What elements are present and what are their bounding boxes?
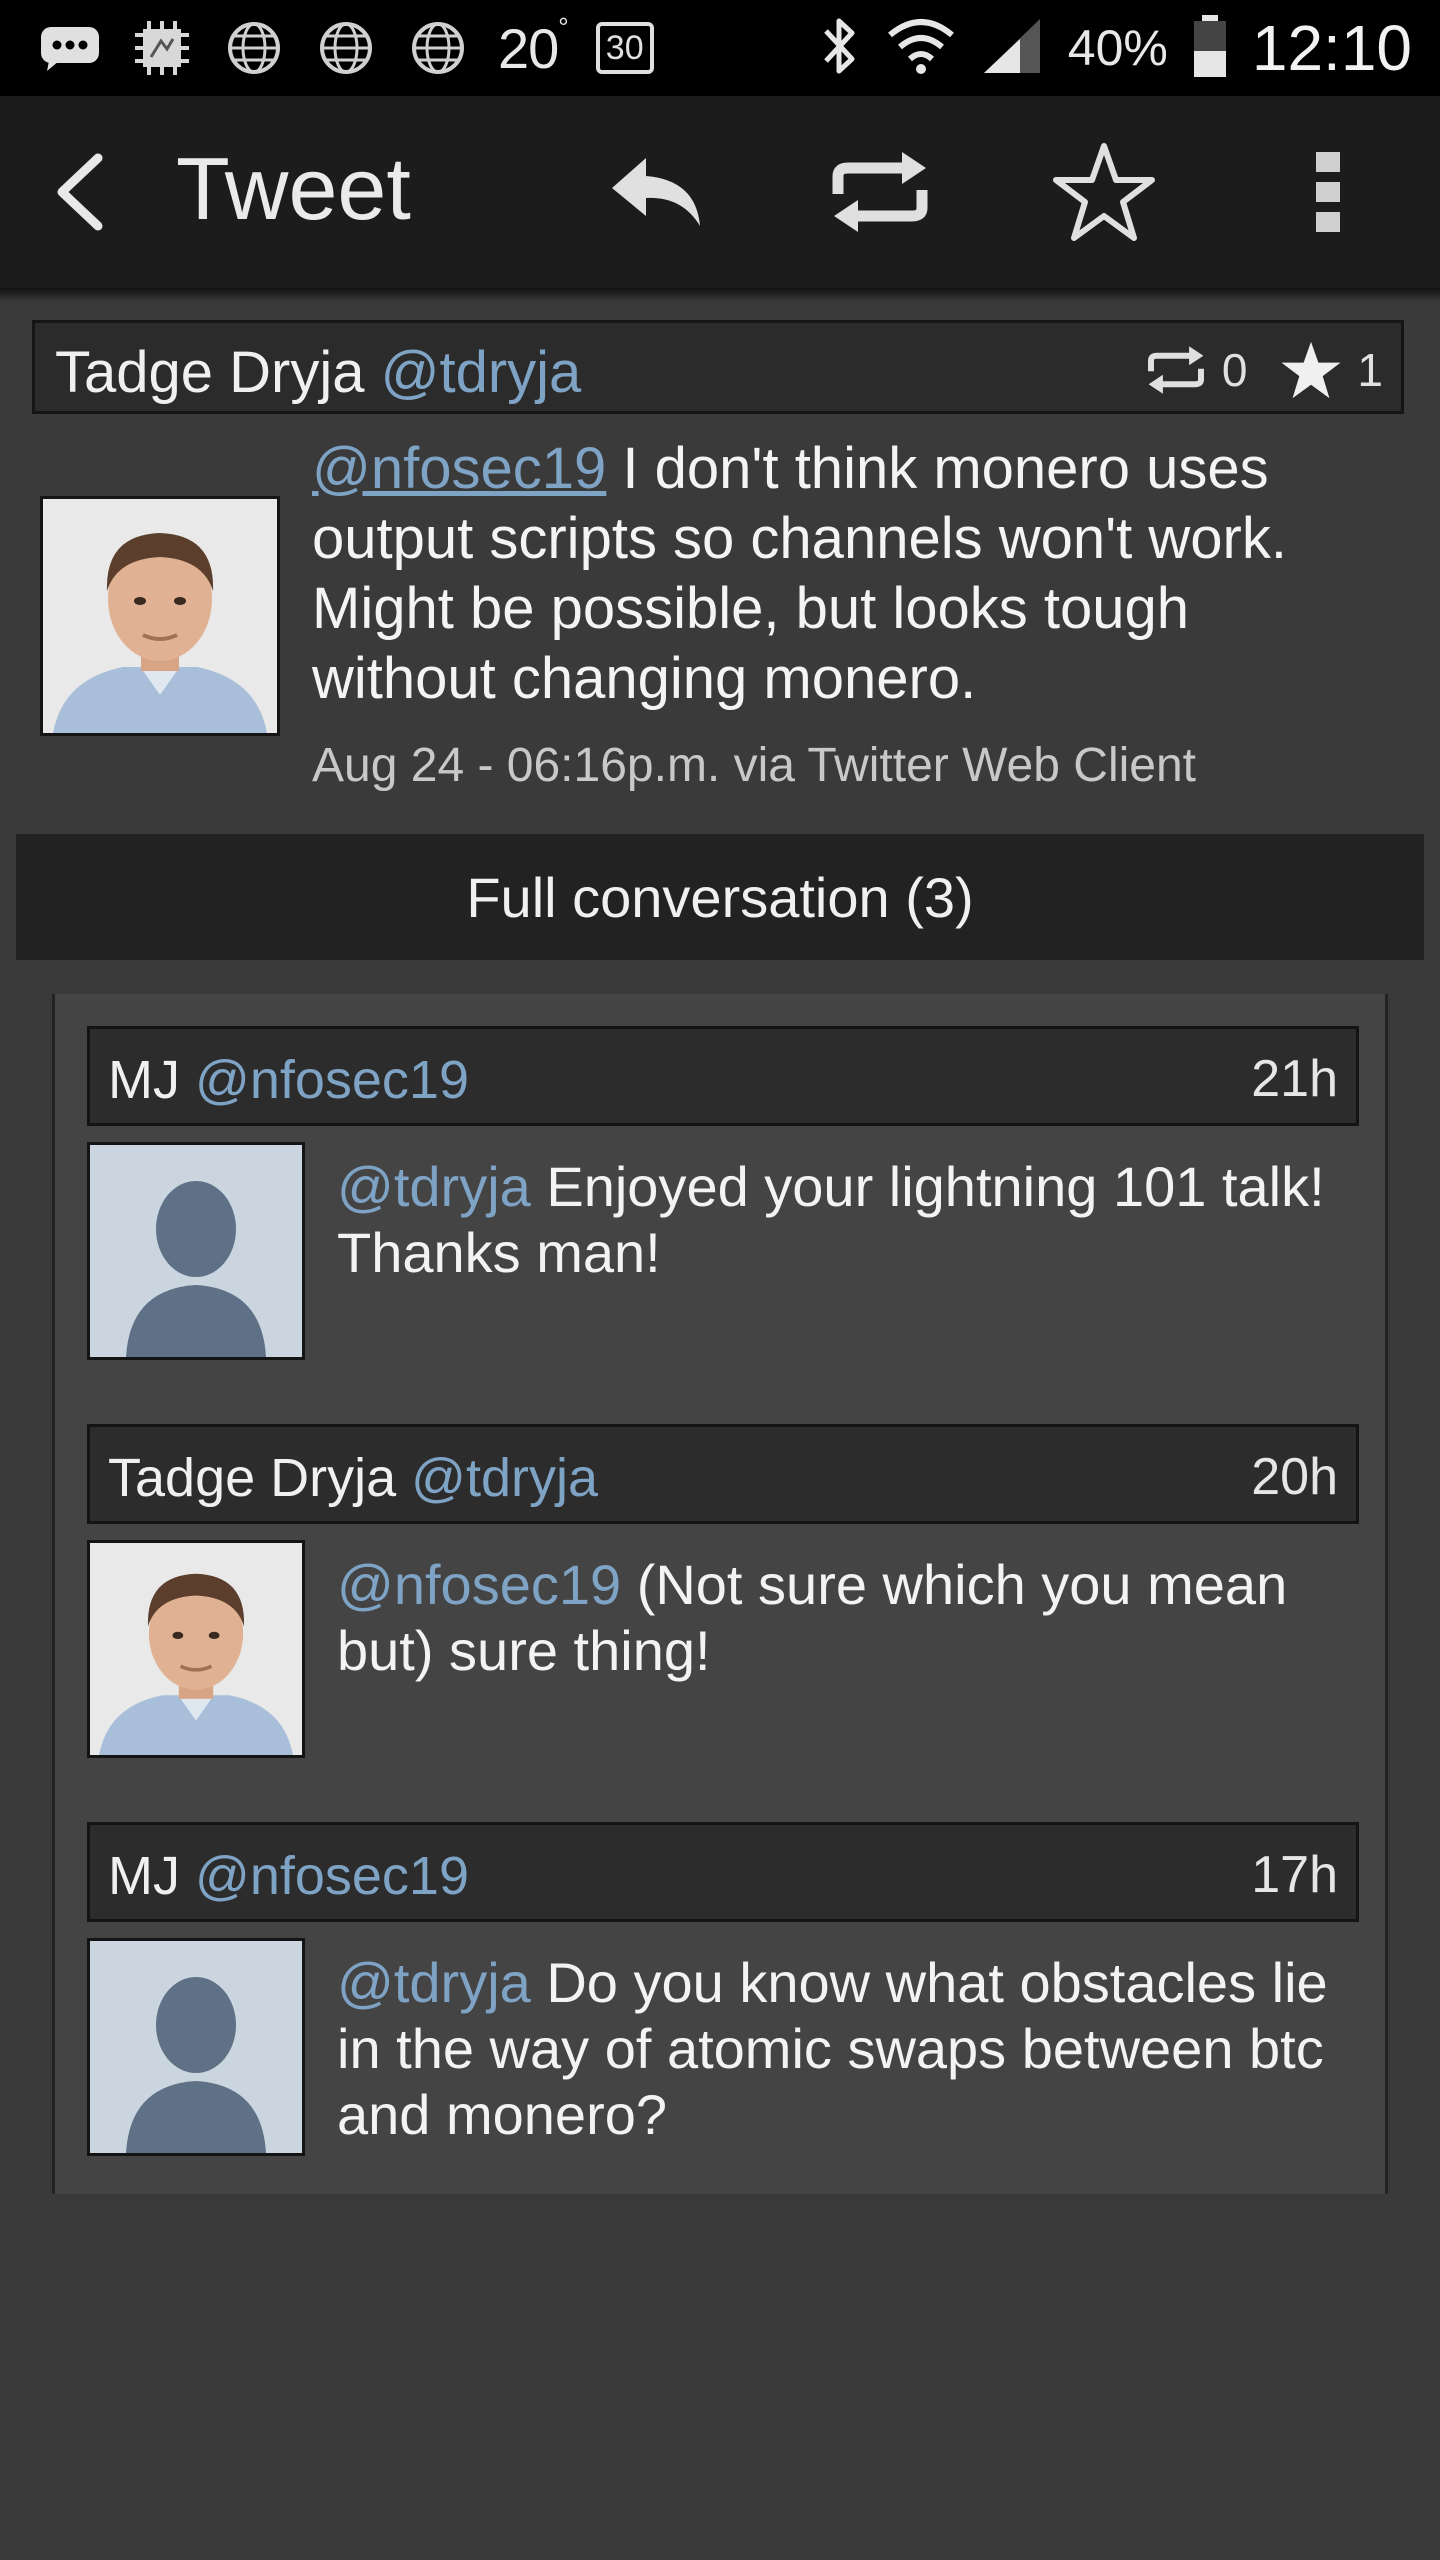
avatar-photo bbox=[43, 499, 277, 733]
chat-notification-icon bbox=[38, 22, 102, 74]
avatar-photo bbox=[90, 1543, 302, 1755]
author-name: Tadge Dryja bbox=[108, 1448, 397, 1508]
author-name: MJ bbox=[108, 1846, 180, 1906]
reply-body: @tdryja Enjoyed your lightning 101 talk!… bbox=[337, 1154, 1357, 1286]
status-bar: 20° 30 40% 12:10 bbox=[0, 0, 1440, 96]
conversation-list: MJ @nfosec19 21h @tdryja Enjoyed your li… bbox=[52, 994, 1388, 2194]
reply-body: @nfosec19 (Not sure which you mean but) … bbox=[337, 1552, 1357, 1684]
tweet-body: @nfosec19 I don't think monero uses outp… bbox=[312, 434, 1372, 714]
author-handle: @tdryja bbox=[411, 1448, 599, 1508]
reply-body: @tdryja Do you know what obstacles lie i… bbox=[337, 1950, 1357, 2148]
chip-notification-icon bbox=[130, 21, 194, 75]
tweet-author[interactable]: Tadge Dryja @tdryja bbox=[55, 339, 581, 406]
author-handle: @nfosec19 bbox=[195, 1846, 469, 1906]
reply-header: Tadge Dryja @tdryja 20h bbox=[87, 1424, 1359, 1524]
tweet-header: Tadge Dryja @tdryja 0 1 bbox=[32, 320, 1404, 414]
wifi-icon bbox=[886, 15, 956, 81]
bluetooth-icon bbox=[818, 15, 862, 81]
reply-header: MJ @nfosec19 17h bbox=[87, 1822, 1359, 1922]
mention-link[interactable]: @nfosec19 bbox=[337, 1553, 621, 1616]
overflow-menu-button[interactable] bbox=[1272, 136, 1384, 248]
globe-icon bbox=[406, 22, 470, 74]
default-avatar[interactable] bbox=[87, 1938, 305, 2156]
retweet-count: 0 bbox=[1221, 344, 1248, 396]
author-handle: @tdryja bbox=[380, 340, 582, 405]
mention-link[interactable]: @tdryja bbox=[337, 1951, 531, 2014]
status-notifications: 20° 30 bbox=[38, 11, 654, 82]
author-avatar[interactable] bbox=[87, 1540, 305, 1758]
globe-icon bbox=[314, 22, 378, 74]
calendar-icon: 30 bbox=[595, 22, 654, 74]
overflow-menu-icon bbox=[1316, 152, 1340, 232]
default-user-icon bbox=[90, 1145, 302, 1357]
favorite-star-icon bbox=[1053, 143, 1155, 241]
tweet-meta: Aug 24 - 06:16p.m. via Twitter Web Clien… bbox=[312, 739, 1196, 792]
reply-time: 21h bbox=[1251, 1050, 1338, 1108]
mention-link[interactable]: @tdryja bbox=[337, 1155, 531, 1218]
mention-link[interactable]: @nfosec19 bbox=[312, 436, 606, 501]
reply-author[interactable]: MJ @nfosec19 bbox=[108, 1049, 469, 1111]
author-name: MJ bbox=[108, 1050, 180, 1110]
page-title: Tweet bbox=[176, 139, 411, 238]
status-clock: 12:10 bbox=[1251, 12, 1412, 84]
battery-icon bbox=[1192, 13, 1228, 83]
reply-time: 17h bbox=[1251, 1846, 1338, 1904]
author-avatar[interactable] bbox=[40, 496, 280, 736]
retweet-icon bbox=[832, 152, 928, 232]
tweet-stats: 0 1 bbox=[1144, 339, 1383, 401]
battery-percent: 40% bbox=[1067, 20, 1168, 76]
status-system: 40% 12:10 bbox=[818, 10, 1412, 86]
back-button[interactable] bbox=[52, 152, 108, 232]
reply-icon bbox=[612, 158, 700, 226]
author-name: Tadge Dryja bbox=[55, 340, 365, 405]
reply-author[interactable]: Tadge Dryja @tdryja bbox=[108, 1447, 598, 1509]
retweet-count-icon bbox=[1147, 346, 1204, 394]
reply-button[interactable] bbox=[600, 136, 712, 248]
favorite-button[interactable] bbox=[1048, 136, 1160, 248]
reply-header: MJ @nfosec19 21h bbox=[87, 1026, 1359, 1126]
action-bar: Tweet bbox=[0, 96, 1440, 288]
weather-temperature: 20° bbox=[498, 11, 569, 80]
author-handle: @nfosec19 bbox=[195, 1050, 469, 1110]
full-conversation-header[interactable]: Full conversation (3) bbox=[16, 834, 1424, 960]
retweet-button[interactable] bbox=[824, 136, 936, 248]
globe-icon bbox=[222, 22, 286, 74]
reply-author[interactable]: MJ @nfosec19 bbox=[108, 1845, 469, 1907]
cell-signal-icon bbox=[980, 15, 1044, 81]
favorite-count: 1 bbox=[1357, 344, 1383, 396]
default-avatar[interactable] bbox=[87, 1142, 305, 1360]
default-user-icon bbox=[90, 1941, 302, 2153]
favorite-count-icon bbox=[1281, 341, 1341, 399]
divider bbox=[0, 288, 1440, 302]
back-icon bbox=[57, 153, 103, 231]
reply-time: 20h bbox=[1251, 1448, 1338, 1506]
